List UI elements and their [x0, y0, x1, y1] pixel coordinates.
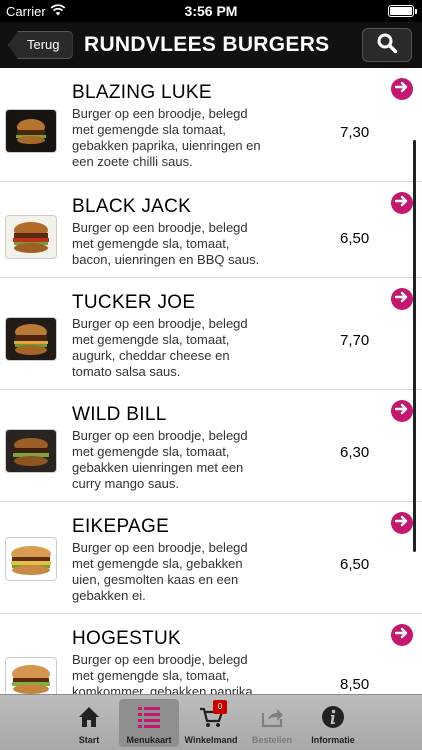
battery-icon [388, 5, 417, 17]
item-name: BLAZING LUKE [72, 82, 212, 103]
item-name: BLACK JACK [72, 196, 192, 217]
item-price: 7,70 [340, 332, 370, 349]
detail-disclosure-button[interactable] [391, 400, 413, 422]
burger-thumbnail [6, 318, 56, 360]
detail-disclosure-button[interactable] [391, 78, 413, 100]
item-description: Burger op een broodje, belegd met gemeng… [72, 540, 248, 603]
item-name: WILD BILL [72, 404, 167, 425]
arrow-right-icon [394, 194, 409, 212]
detail-disclosure-button[interactable] [391, 624, 413, 646]
detail-disclosure-button[interactable] [391, 192, 413, 214]
tab-informatie[interactable]: Informatie [303, 699, 363, 747]
arrow-right-icon [394, 290, 409, 308]
item-price: 6,50 [340, 230, 370, 247]
item-description: Burger op een broodje, belegd met gemeng… [72, 428, 248, 491]
arrow-right-icon [394, 80, 409, 98]
clock: 3:56 PM [184, 3, 238, 19]
list-item[interactable]: EIKEPAGE Burger op een broodje, belegd m… [0, 502, 422, 614]
item-price: 6,30 [340, 444, 370, 461]
tab-winkelmand[interactable]: 0 Winkelmand [181, 699, 241, 747]
search-icon [376, 32, 398, 59]
tab-menukaart[interactable]: Menukaart [119, 699, 179, 747]
item-price: 6,50 [340, 556, 370, 573]
detail-disclosure-button[interactable] [391, 288, 413, 310]
info-icon [321, 705, 345, 729]
menu-list-icon [137, 705, 161, 729]
item-name: TUCKER JOE [72, 292, 196, 313]
tab-label: Informatie [311, 735, 355, 745]
burger-thumbnail [6, 216, 56, 258]
list-item[interactable]: TUCKER JOE Burger op een broodje, belegd… [0, 278, 422, 390]
list-item[interactable]: HOGESTUK Burger op een broodje, belegd m… [0, 614, 422, 694]
burger-thumbnail [6, 430, 56, 472]
item-description: Burger op een broodje, belegd met gemeng… [72, 106, 261, 169]
home-icon [77, 705, 101, 729]
burger-thumbnail [6, 658, 56, 694]
share-icon [260, 705, 284, 729]
burger-thumbnail [6, 538, 56, 580]
search-button[interactable] [362, 28, 412, 62]
item-price: 7,30 [340, 124, 370, 141]
item-description: Burger op een broodje, belegd met gemeng… [72, 316, 248, 379]
item-name: EIKEPAGE [72, 516, 170, 537]
navigation-bar: Terug RUNDVLEES BURGERS [0, 22, 422, 68]
status-bar: Carrier 3:56 PM [0, 0, 422, 22]
list-item[interactable]: BLACK JACK Burger op een broodje, belegd… [0, 182, 422, 278]
item-description: Burger op een broodje, belegd met gemeng… [72, 220, 260, 267]
list-item[interactable]: BLAZING LUKE Burger op een broodje, bele… [0, 68, 422, 182]
arrow-right-icon [394, 626, 409, 644]
item-name: HOGESTUK [72, 628, 182, 649]
item-description: Burger op een broodje, belegd met gemeng… [72, 652, 257, 694]
back-button[interactable]: Terug [8, 31, 73, 59]
item-price: 8,50 [340, 676, 370, 693]
tab-bar: Start Menukaart 0 Winkelmand Bestellen I… [0, 694, 422, 750]
arrow-right-icon [394, 514, 409, 532]
scrollbar[interactable] [413, 140, 416, 552]
cart-count-badge: 0 [213, 700, 227, 714]
burger-thumbnail [6, 110, 56, 152]
tab-bestellen[interactable]: Bestellen [242, 699, 302, 747]
page-title: RUNDVLEES BURGERS [84, 33, 330, 56]
arrow-right-icon [394, 402, 409, 420]
list-item[interactable]: WILD BILL Burger op een broodje, belegd … [0, 390, 422, 502]
menu-list[interactable]: BLAZING LUKE Burger op een broodje, bele… [0, 68, 422, 694]
detail-disclosure-button[interactable] [391, 512, 413, 534]
tab-start[interactable]: Start [59, 699, 119, 747]
